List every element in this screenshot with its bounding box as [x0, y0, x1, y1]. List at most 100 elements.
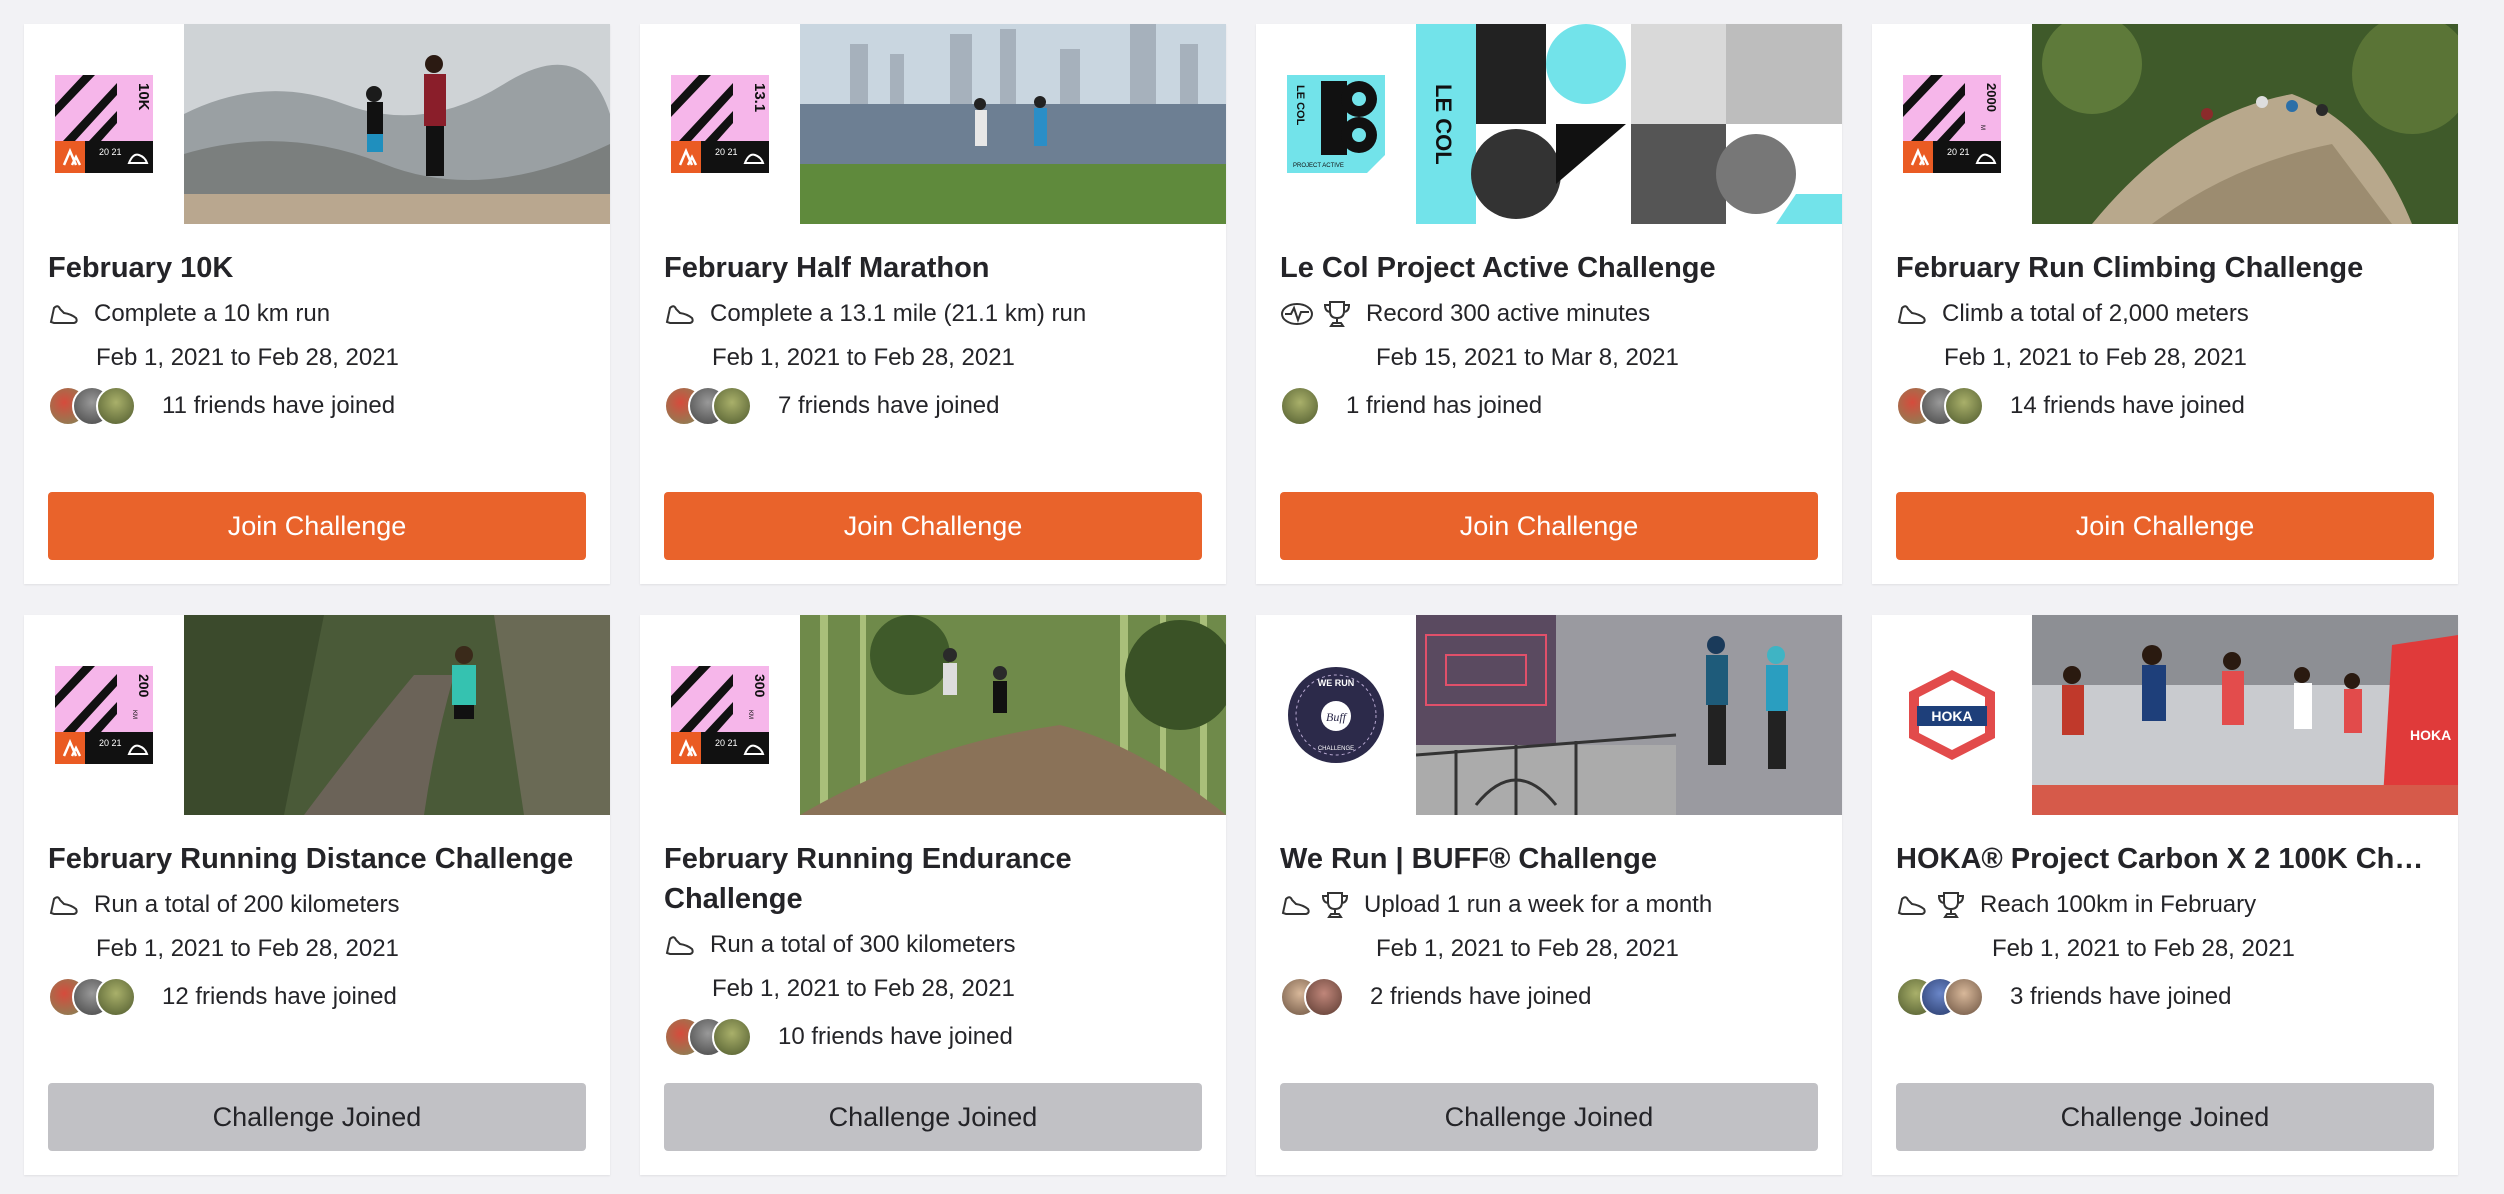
challenge-goal: Run a total of 300 kilometers	[664, 929, 1202, 961]
challenge-card[interactable]: 20 21 200 KM February Running Distance C…	[24, 615, 610, 1175]
challenge-dates: Feb 1, 2021 to Feb 28, 2021	[1944, 344, 2247, 371]
card-body: February Running Distance Challenge Run …	[24, 815, 610, 1017]
friends-joined: 11 friends have joined	[48, 386, 586, 426]
badge-year-text: 20 21	[715, 738, 738, 748]
challenge-joined-button[interactable]: Challenge Joined	[664, 1083, 1202, 1151]
badge-year-text: 20 21	[99, 147, 122, 157]
challenge-dates: Feb 1, 2021 to Feb 28, 2021	[96, 344, 399, 371]
challenge-dates: Feb 1, 2021 to Feb 28, 2021	[1376, 935, 1679, 962]
challenge-title[interactable]: HOKA® Project Carbon X 2 100K Cha...	[1896, 839, 2434, 879]
badge-label: 200	[136, 674, 152, 698]
challenge-dates: Feb 1, 2021 to Feb 28, 2021	[96, 935, 399, 962]
badge-label: WE RUN	[1318, 678, 1355, 688]
badge-image: 20 21 2000 M	[1903, 75, 2001, 173]
friends-joined: 10 friends have joined	[664, 1017, 1202, 1057]
badge-label: 2000	[1984, 83, 1999, 112]
friends-count: 2 friends have joined	[1370, 983, 1592, 1010]
challenge-photo	[800, 24, 1226, 224]
join-challenge-button[interactable]: Join Challenge	[1896, 492, 2434, 560]
join-challenge-button[interactable]: Join Challenge	[664, 492, 1202, 560]
goal-icons	[1896, 890, 1966, 920]
friends-count: 1 friend has joined	[1346, 392, 1543, 419]
challenge-badge: 20 21 200 KM	[24, 615, 184, 815]
card-body: February Run Climbing Challenge Climb a …	[1872, 224, 2458, 426]
badge-label: HOKA	[1931, 708, 1972, 724]
challenge-dates: Feb 1, 2021 to Feb 28, 2021	[1992, 935, 2295, 962]
join-challenge-button[interactable]: Join Challenge	[1280, 492, 1818, 560]
challenge-title[interactable]: February 10K	[48, 248, 586, 288]
goal-icons	[1280, 299, 1352, 329]
challenge-goal: Complete a 13.1 mile (21.1 km) run	[664, 298, 1202, 330]
challenge-photo: HOKA	[2032, 615, 2458, 815]
goal-text: Climb a total of 2,000 meters	[1942, 300, 2249, 327]
challenge-photo	[2032, 24, 2458, 224]
card-media: 20 21 300 KM	[640, 615, 1226, 815]
challenge-goal: Complete a 10 km run	[48, 298, 586, 330]
run-shoe-icon	[49, 305, 78, 324]
card-body: We Run | BUFF® Challenge Upload 1 run a …	[1256, 815, 1842, 1017]
challenge-joined-button[interactable]: Challenge Joined	[1280, 1083, 1818, 1151]
avatar	[1304, 977, 1344, 1017]
badge-label: 13.1	[751, 83, 768, 112]
badge-image: LE COL PROJECT ACTIVE	[1287, 75, 1385, 173]
challenge-card[interactable]: 20 21 13.1 February Half Marathon Comple…	[640, 24, 1226, 584]
card-media: 20 21 13.1	[640, 24, 1226, 224]
challenge-dates: Feb 15, 2021 to Mar 8, 2021	[1376, 344, 1679, 371]
badge-label: 300	[752, 674, 768, 698]
badge-image: HOKA	[1903, 666, 2001, 764]
card-body: HOKA® Project Carbon X 2 100K Cha... Rea…	[1872, 815, 2458, 1017]
avatar	[1280, 386, 1320, 426]
goal-icons	[664, 931, 696, 959]
friends-joined: 12 friends have joined	[48, 977, 586, 1017]
card-media: 20 21 2000 M	[1872, 24, 2458, 224]
friends-joined: 7 friends have joined	[664, 386, 1202, 426]
card-media: WE RUN Buff CHALLENGE	[1256, 615, 1842, 815]
challenge-title[interactable]: We Run | BUFF® Challenge	[1280, 839, 1818, 879]
badge-unit: KM	[747, 710, 753, 719]
challenge-card[interactable]: LE COL PROJECT ACTIVE LE COL Le Col Proj…	[1256, 24, 1842, 584]
avatar	[96, 977, 136, 1017]
challenge-joined-button[interactable]: Challenge Joined	[48, 1083, 586, 1151]
badge-label: LE COL	[1294, 85, 1306, 126]
friends-count: 7 friends have joined	[778, 392, 1000, 419]
challenge-card[interactable]: HOKA HOKA HOKA® Project Carbon X 2 100K …	[1872, 615, 2458, 1175]
badge-year-text: 20 21	[715, 147, 738, 157]
challenge-badge: 20 21 13.1	[640, 24, 800, 224]
friends-count: 12 friends have joined	[162, 983, 397, 1010]
card-body: February 10K Complete a 10 km run Feb 1,…	[24, 224, 610, 426]
challenge-badge: 20 21 10K	[24, 24, 184, 224]
challenge-photo	[1416, 615, 1842, 815]
goal-icons	[1280, 890, 1350, 920]
trophy-icon	[1323, 301, 1351, 327]
goal-icons	[48, 891, 80, 919]
challenge-badge: 20 21 300 KM	[640, 615, 800, 815]
card-body: Le Col Project Active Challenge Record 3…	[1256, 224, 1842, 426]
challenge-badge: HOKA	[1872, 615, 2032, 815]
challenge-card[interactable]: 20 21 2000 M February Run Climbing Chall…	[1872, 24, 2458, 584]
friends-joined: 3 friends have joined	[1896, 977, 2434, 1017]
challenge-title[interactable]: February Running Distance Challenge	[48, 839, 586, 879]
goal-text: Run a total of 200 kilometers	[94, 891, 400, 918]
challenge-card[interactable]: 20 21 300 KM February Running Endurance …	[640, 615, 1226, 1175]
friend-avatars	[1280, 386, 1320, 426]
challenge-dates: Feb 1, 2021 to Feb 28, 2021	[712, 975, 1015, 1002]
challenge-card[interactable]: WE RUN Buff CHALLENGE We Run | BUFF® Cha…	[1256, 615, 1842, 1175]
badge-image: 20 21 300 KM	[671, 666, 769, 764]
friends-joined: 14 friends have joined	[1896, 386, 2434, 426]
photo-label: HOKA	[2410, 727, 2451, 743]
card-media: LE COL PROJECT ACTIVE LE COL	[1256, 24, 1842, 224]
badge-year-text: 20 21	[99, 738, 122, 748]
join-challenge-button[interactable]: Join Challenge	[48, 492, 586, 560]
challenge-title[interactable]: February Half Marathon	[664, 248, 1202, 288]
challenge-title[interactable]: February Run Climbing Challenge	[1896, 248, 2434, 288]
goal-icons	[664, 300, 696, 328]
friend-avatars	[1896, 977, 1984, 1017]
challenge-title[interactable]: Le Col Project Active Challenge	[1280, 248, 1818, 288]
trophy-icon	[1937, 892, 1965, 918]
goal-text: Upload 1 run a week for a month	[1364, 891, 1713, 918]
friends-count: 3 friends have joined	[2010, 983, 2232, 1010]
challenge-title[interactable]: February Running Endurance Challenge	[664, 839, 1202, 919]
challenge-card[interactable]: 20 21 10K February 10K Complete a 10 km …	[24, 24, 610, 584]
card-body: February Half Marathon Complete a 13.1 m…	[640, 224, 1226, 426]
challenge-joined-button[interactable]: Challenge Joined	[1896, 1083, 2434, 1151]
